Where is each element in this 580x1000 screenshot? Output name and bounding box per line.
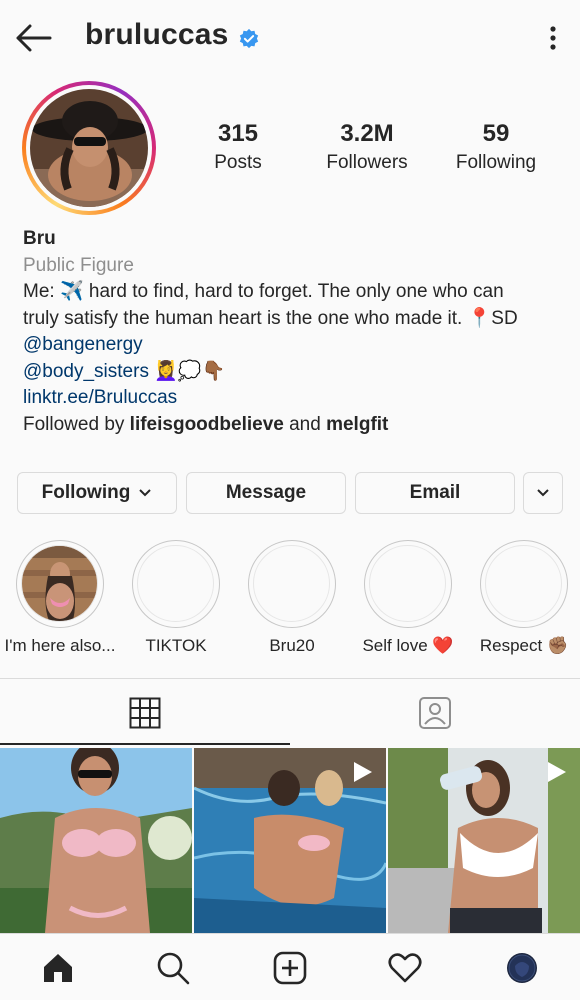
highlight-ring	[248, 540, 336, 628]
top-bar: bruluccas	[0, 0, 580, 76]
email-button-label: Email	[409, 482, 461, 503]
highlight-cover	[485, 545, 562, 622]
heart-icon	[388, 953, 422, 983]
profile-username: bruluccas	[85, 18, 229, 51]
highlight-label: Bru20	[269, 636, 315, 655]
nav-home[interactable]	[38, 948, 78, 988]
video-play-icon	[354, 762, 372, 782]
profile-bio: Bru Public Figure Me: ✈️ hard to find, h…	[23, 226, 563, 438]
stat-following-label: Following	[455, 152, 537, 173]
profile-avatar-story-ring[interactable]	[22, 81, 156, 215]
post-thumbnail[interactable]	[0, 748, 192, 933]
email-button[interactable]: Email	[355, 472, 515, 514]
stat-followers-value: 3.2M	[340, 120, 394, 147]
active-tab-indicator	[0, 743, 290, 745]
highlight-ring	[16, 540, 104, 628]
post-thumbnail[interactable]	[194, 748, 386, 933]
message-button-label: Message	[225, 482, 307, 503]
followed-user: lifeisgoodbelieve	[129, 413, 284, 435]
followed-by[interactable]: Followed by lifeisgoodbelieve and melgfi…	[23, 412, 563, 439]
mention-link[interactable]: @body_sisters	[23, 361, 149, 382]
chevron-down-icon	[537, 489, 549, 497]
message-button[interactable]: Message	[186, 472, 346, 514]
highlight-cover	[253, 545, 330, 622]
highlight-cover	[369, 545, 446, 622]
highlight-ring	[480, 540, 568, 628]
tab-tagged[interactable]	[290, 680, 580, 746]
followed-by-and: and	[283, 413, 327, 435]
new-post-icon	[273, 951, 307, 985]
highlight-label: TIKTOK	[145, 636, 207, 655]
profile-category: Public Figure	[23, 254, 134, 276]
highlight-label: Self love ❤️	[362, 636, 454, 655]
profile-display-name: Bru	[23, 228, 56, 249]
grid-icon	[129, 697, 161, 729]
following-button[interactable]: Following	[17, 472, 177, 514]
story-highlight[interactable]: TIKTOK	[118, 540, 234, 656]
highlight-label: I'm here also...	[4, 636, 116, 655]
nav-new-post[interactable]	[270, 948, 310, 988]
followed-user: melgfit	[326, 413, 389, 435]
highlight-label: Respect ✊🏽	[479, 636, 569, 655]
bio-line: truly satisfy the human heart is the one…	[23, 307, 518, 329]
chevron-down-icon	[139, 489, 152, 497]
kebab-menu-icon[interactable]	[543, 24, 563, 52]
story-highlight[interactable]: Bru20	[234, 540, 350, 656]
arrow-left-icon[interactable]	[14, 22, 54, 54]
nav-profile[interactable]	[502, 948, 542, 988]
story-highlight[interactable]: Self love ❤️	[350, 540, 466, 656]
following-button-label: Following	[41, 482, 131, 503]
stat-followers-label: Followers	[326, 152, 408, 173]
stat-posts-label: Posts	[214, 152, 262, 173]
bio-line: Me: ✈️ hard to find, hard to forget. The…	[23, 281, 504, 302]
highlight-cover	[21, 545, 98, 622]
verified-badge-icon	[239, 28, 259, 49]
stat-following-value: 59	[482, 120, 510, 147]
story-highlight[interactable]: Respect ✊🏽	[466, 540, 580, 656]
website-link[interactable]: linktr.ee/Bruluccas	[23, 387, 177, 408]
followed-by-prefix: Followed by	[23, 413, 130, 435]
stat-following[interactable]: 59 Following	[436, 120, 556, 174]
highlight-ring	[132, 540, 220, 628]
nav-activity[interactable]	[385, 948, 425, 988]
posts-grid	[0, 748, 580, 933]
post-thumbnail[interactable]	[388, 748, 580, 933]
suggested-accounts-button[interactable]	[523, 472, 563, 514]
bio-emoji: 💆‍♀️💭👇🏾	[154, 360, 226, 382]
stat-posts[interactable]: 315 Posts	[178, 120, 298, 174]
story-highlight[interactable]: I'm here also...	[2, 540, 118, 656]
profile-avatar	[30, 89, 148, 207]
bottom-navigation	[0, 933, 580, 1000]
home-icon	[44, 954, 72, 982]
mention-link[interactable]: @bangenergy	[23, 334, 143, 355]
profile-avatar	[507, 953, 537, 983]
tab-posts-grid[interactable]	[0, 680, 290, 746]
stat-posts-value: 315	[217, 120, 259, 147]
stat-followers[interactable]: 3.2M Followers	[307, 120, 427, 174]
video-play-icon	[548, 762, 566, 782]
tabs-divider	[0, 678, 580, 679]
nav-search[interactable]	[153, 948, 193, 988]
highlight-ring	[364, 540, 452, 628]
tagged-person-icon	[419, 697, 451, 729]
highlight-cover	[137, 545, 214, 622]
search-icon	[157, 952, 190, 985]
